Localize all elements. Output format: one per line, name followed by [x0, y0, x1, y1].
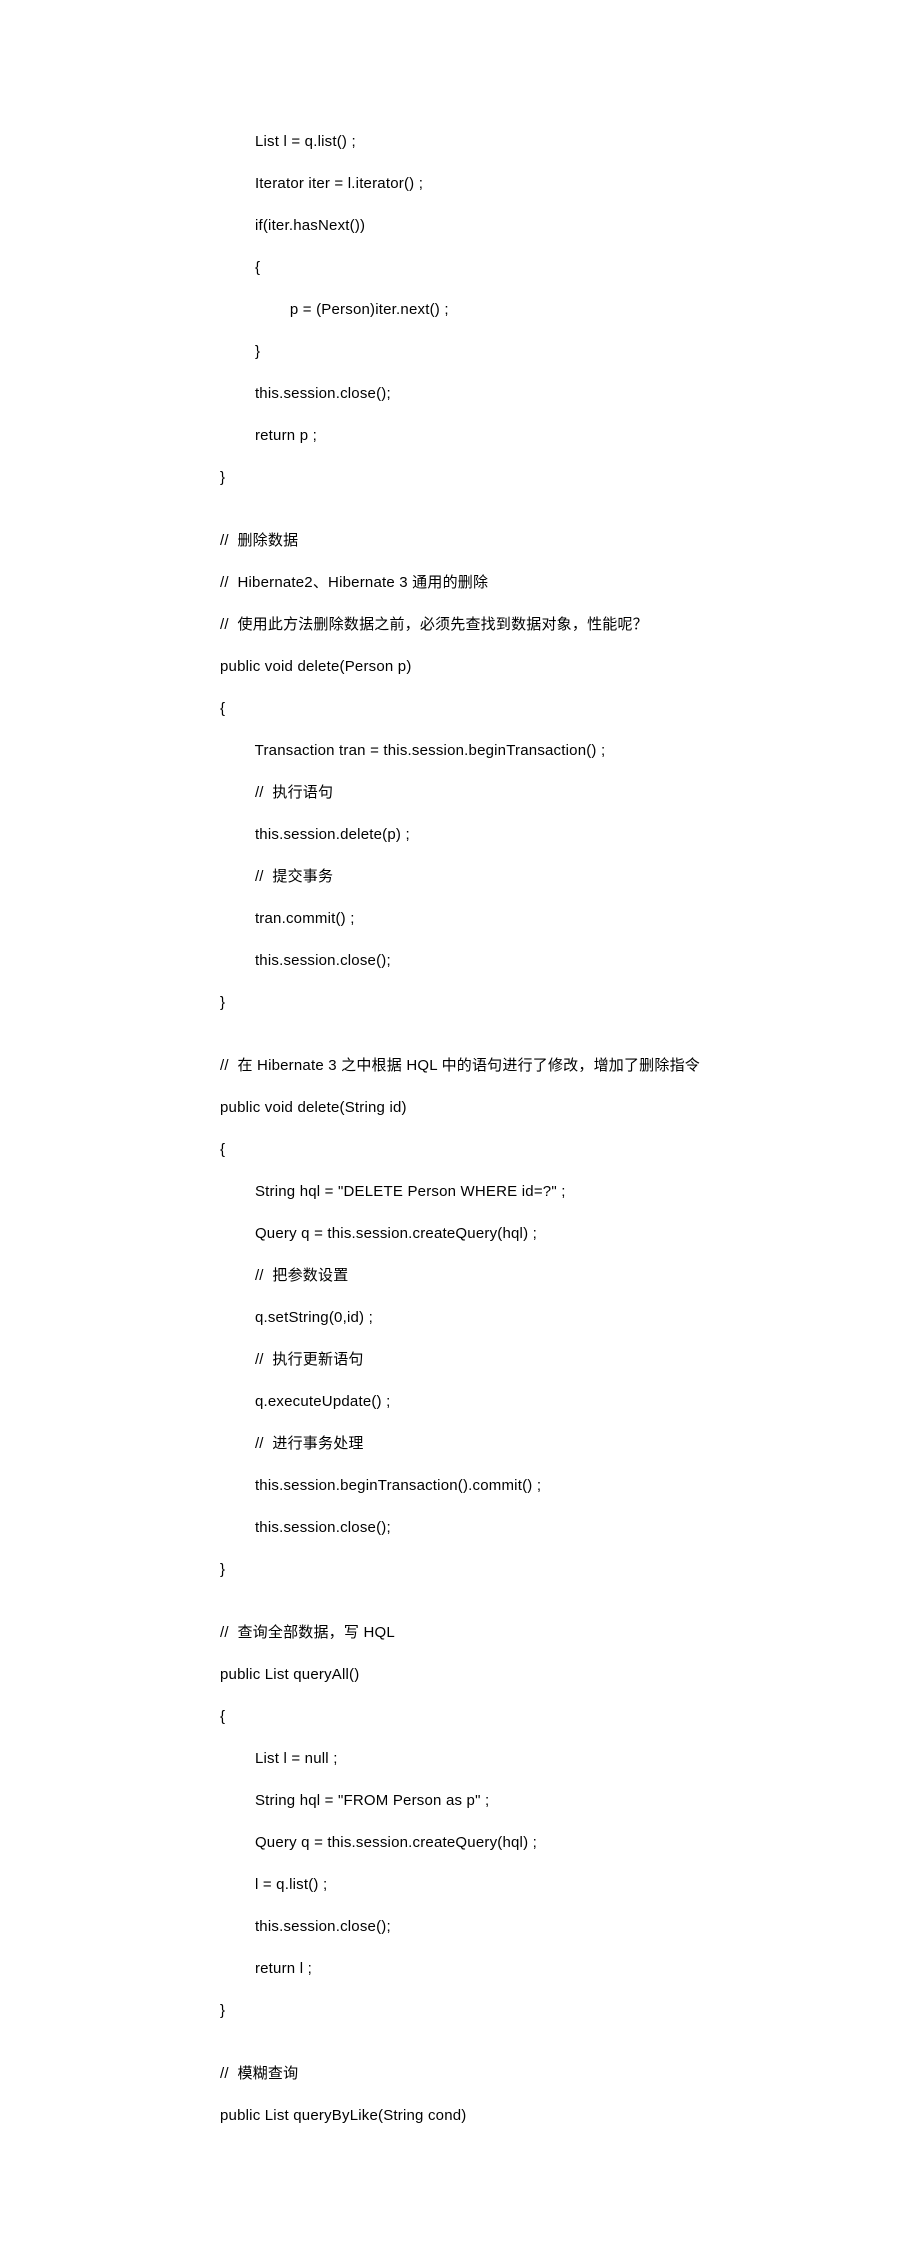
- code-line: // 模糊查询: [220, 2063, 830, 2084]
- code-line: String hql = "FROM Person as p" ;: [220, 1790, 830, 1811]
- code-line: // 提交事务: [220, 866, 830, 887]
- code-line: public void delete(Person p): [220, 656, 830, 677]
- code-line: {: [220, 1706, 830, 1727]
- code-line: // 执行更新语句: [220, 1349, 830, 1370]
- code-line: l = q.list() ;: [220, 1874, 830, 1895]
- document-page: List l = q.list() ; Iterator iter = l.it…: [0, 0, 920, 2247]
- code-line: p = (Person)iter.next() ;: [220, 299, 830, 320]
- code-line: q.executeUpdate() ;: [220, 1391, 830, 1412]
- code-line: // 进行事务处理: [220, 1433, 830, 1454]
- code-line: if(iter.hasNext()): [220, 215, 830, 236]
- code-line: // 查询全部数据，写 HQL: [220, 1622, 830, 1643]
- code-line: public List queryAll(): [220, 1664, 830, 1685]
- code-line: Transaction tran = this.session.beginTra…: [220, 740, 830, 761]
- code-line: List l = null ;: [220, 1748, 830, 1769]
- code-line: }: [220, 467, 830, 488]
- code-line: public List queryByLike(String cond): [220, 2105, 830, 2126]
- code-line: return p ;: [220, 425, 830, 446]
- code-line: this.session.delete(p) ;: [220, 824, 830, 845]
- code-line: Query q = this.session.createQuery(hql) …: [220, 1832, 830, 1853]
- code-line: {: [220, 698, 830, 719]
- code-line: String hql = "DELETE Person WHERE id=?" …: [220, 1181, 830, 1202]
- code-line: public void delete(String id): [220, 1097, 830, 1118]
- code-line: this.session.close();: [220, 950, 830, 971]
- code-line: Query q = this.session.createQuery(hql) …: [220, 1223, 830, 1244]
- code-line: // 删除数据: [220, 530, 830, 551]
- code-line: }: [220, 341, 830, 362]
- code-line: return l ;: [220, 1958, 830, 1979]
- code-line: this.session.beginTransaction().commit()…: [220, 1475, 830, 1496]
- code-line: this.session.close();: [220, 383, 830, 404]
- code-line: // 把参数设置: [220, 1265, 830, 1286]
- code-line: // 使用此方法删除数据之前，必须先查找到数据对象，性能呢？: [220, 614, 830, 635]
- code-line: }: [220, 1559, 830, 1580]
- code-line: {: [220, 257, 830, 278]
- code-line: Iterator iter = l.iterator() ;: [220, 173, 830, 194]
- code-line: }: [220, 992, 830, 1013]
- code-line: // Hibernate2、Hibernate 3 通用的删除: [220, 572, 830, 593]
- code-line: // 执行语句: [220, 782, 830, 803]
- code-line: // 在 Hibernate 3 之中根据 HQL 中的语句进行了修改，增加了删…: [220, 1055, 830, 1076]
- code-line: this.session.close();: [220, 1517, 830, 1538]
- code-line: {: [220, 1139, 830, 1160]
- code-line: tran.commit() ;: [220, 908, 830, 929]
- code-block: List l = q.list() ; Iterator iter = l.it…: [220, 110, 830, 2147]
- code-line: this.session.close();: [220, 1916, 830, 1937]
- code-line: q.setString(0,id) ;: [220, 1307, 830, 1328]
- code-line: List l = q.list() ;: [220, 131, 830, 152]
- code-line: }: [220, 2000, 830, 2021]
